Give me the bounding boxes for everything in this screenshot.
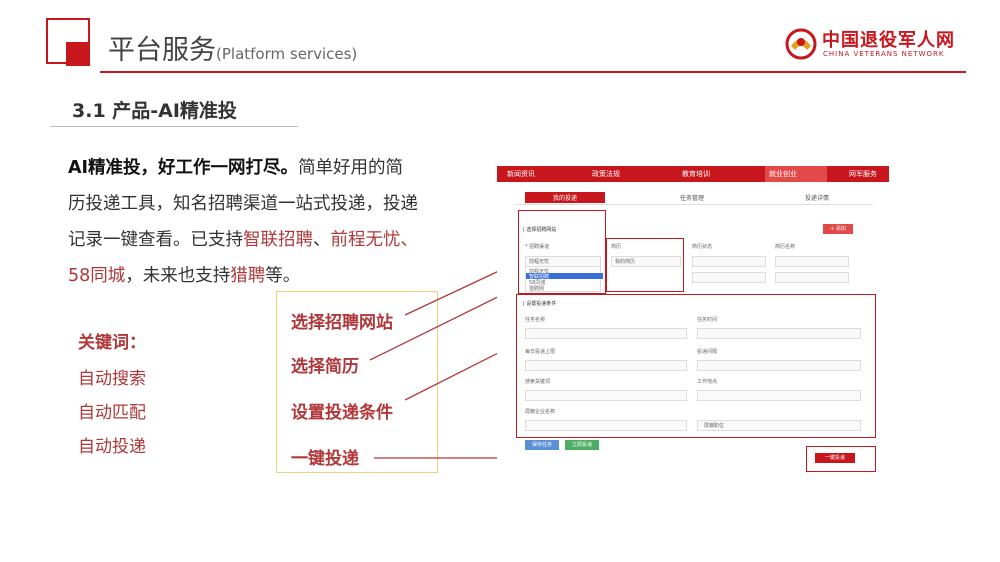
mock-field bbox=[775, 272, 849, 283]
mock-nav-item: 教育培训 bbox=[682, 170, 710, 178]
mock-add-button: + 添加 bbox=[823, 224, 853, 234]
highlight-deliver-box bbox=[806, 446, 876, 472]
mock-field-label: 简历名称 bbox=[775, 244, 796, 250]
mock-field bbox=[775, 256, 849, 267]
mock-nav-item: 政策法规 bbox=[592, 170, 620, 178]
highlight-conditions-box bbox=[516, 294, 876, 438]
mock-nav-item: 新闻资讯 bbox=[507, 170, 535, 178]
mock-nav-item: 网军服务 bbox=[849, 170, 877, 178]
highlight-resume-box bbox=[606, 238, 684, 292]
mock-navbar: 新闻资讯 政策法规 教育培训 就业创业 网军服务 bbox=[497, 166, 889, 182]
mock-field bbox=[692, 256, 766, 267]
mock-field-label: 简历状态 bbox=[692, 244, 713, 250]
mock-save-button: 保存任务 bbox=[525, 440, 559, 450]
mock-tab: 我的投递 bbox=[553, 195, 578, 202]
mock-nav-item: 就业创业 bbox=[769, 170, 797, 178]
mock-deliver-button: 立即投递 bbox=[565, 440, 599, 450]
mock-field bbox=[692, 272, 766, 283]
highlight-site-box bbox=[518, 210, 606, 294]
mock-tab: 任务管理 bbox=[680, 195, 705, 202]
mock-tab: 投递详情 bbox=[805, 195, 830, 202]
mock-tabs: 我的投递 任务管理 投递详情 bbox=[515, 192, 873, 205]
